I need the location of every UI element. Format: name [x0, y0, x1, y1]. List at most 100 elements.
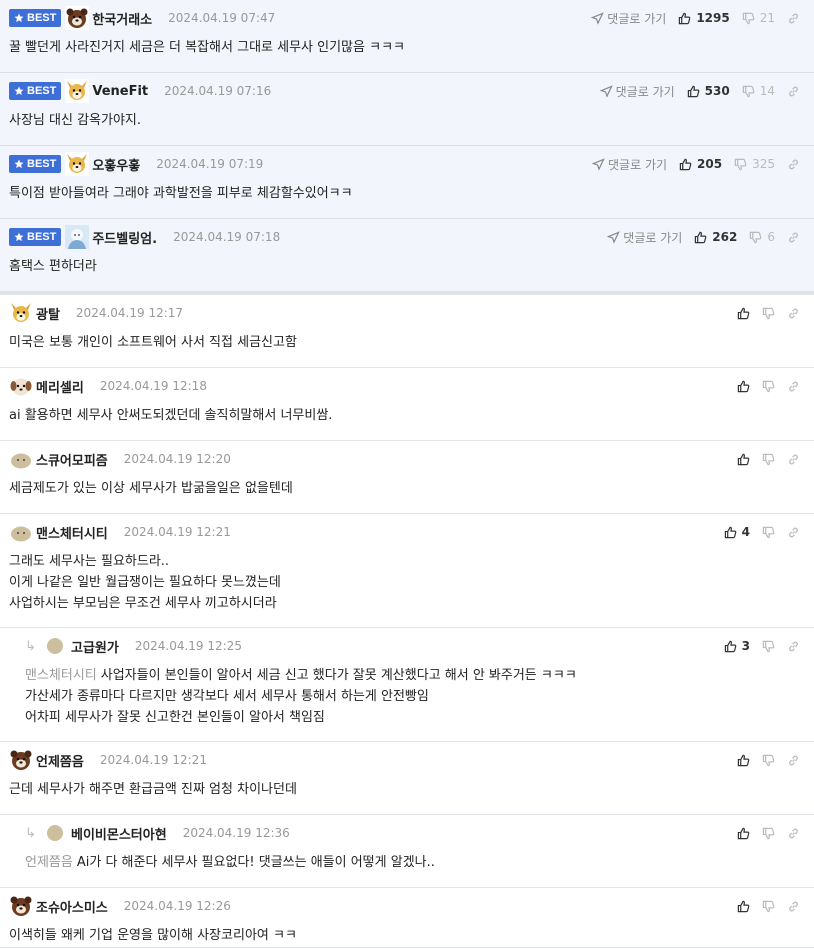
best-comment: BEST VeneFit 2024.04.19 07:16 댓글로 가기 530 14 사장… [0, 73, 814, 146]
downvote-button[interactable] [762, 827, 775, 840]
nickname[interactable]: 언제쯤음 [36, 751, 84, 770]
nickname[interactable]: 스큐어모피즘 [36, 450, 108, 469]
avatar[interactable] [9, 301, 33, 325]
copy-link-button[interactable] [787, 231, 800, 244]
comment-line: 꿀 빨던게 사라진거지 세금은 더 복잡해서 그대로 세무사 인기많음 ㅋㅋㅋ [9, 40, 405, 55]
comment-date: 2024.04.19 12:36 [182, 826, 290, 840]
copy-link-button[interactable] [787, 307, 800, 320]
upvote-button[interactable]: 4 [724, 525, 750, 539]
avatar[interactable] [9, 894, 33, 918]
nickname[interactable]: 한국거래소 [92, 9, 152, 28]
mention-link[interactable]: 언제쯤음 [25, 855, 73, 870]
copy-link-button[interactable] [787, 380, 800, 393]
copy-link-button[interactable] [787, 85, 800, 98]
avatar[interactable] [65, 152, 90, 176]
nickname[interactable]: 고급원가 [71, 637, 119, 656]
upvote-button[interactable] [737, 900, 750, 913]
go-to-reply-link[interactable]: 댓글로 가기 [599, 83, 675, 100]
nickname[interactable]: 조슈아스미스 [36, 897, 108, 916]
nickname[interactable]: VeneFit [92, 84, 148, 99]
downvote-button[interactable]: 325 [734, 157, 775, 171]
avatar[interactable] [47, 638, 63, 654]
comment-date: 2024.04.19 12:17 [75, 306, 184, 320]
copy-link-button[interactable] [787, 640, 800, 653]
upvote-button[interactable]: 205 [679, 157, 722, 171]
nickname[interactable]: 주드벨링엄. [92, 228, 157, 247]
comment-line: 사업하시는 부모님은 무조건 세무사 끼고하시더라 [9, 596, 277, 611]
go-to-reply-link[interactable]: 댓글로 가기 [591, 10, 666, 27]
comment-actions: 댓글로 가기 262 6 [607, 229, 800, 246]
copy-link-button[interactable] [787, 453, 800, 466]
upvote-count: 205 [697, 157, 723, 171]
downvote-button[interactable] [762, 307, 775, 320]
upvote-button[interactable] [737, 827, 750, 840]
downvote-button[interactable] [762, 453, 775, 466]
avatar[interactable] [9, 447, 33, 471]
downvote-button[interactable]: 14 [742, 84, 775, 98]
downvote-button[interactable] [762, 640, 775, 653]
upvote-button[interactable] [737, 307, 750, 320]
thumb-up-icon [724, 640, 737, 653]
best-badge: BEST [9, 228, 62, 246]
link-icon [787, 900, 800, 913]
avatar[interactable] [9, 374, 33, 398]
go-to-reply-link[interactable]: 댓글로 가기 [592, 156, 667, 173]
comment-line-text: 사업자들이 본인들이 알아서 세금 신고 했다가 잘못 계산했다고 해서 안 봐… [100, 668, 577, 683]
upvote-button[interactable]: 3 [724, 639, 750, 653]
nickname[interactable]: 맨스체터시티 [36, 523, 108, 542]
comment-actions [737, 900, 800, 913]
downvote-button[interactable] [762, 380, 775, 393]
avatar[interactable] [65, 225, 90, 249]
comment-date: 2024.04.19 12:18 [99, 379, 207, 393]
comment-line: 특이점 받아들여라 그래야 과학발전을 피부로 체감할수있어ㅋㅋ [9, 186, 353, 201]
downvote-count: 6 [767, 230, 775, 244]
nickname[interactable]: 광탈 [36, 304, 60, 323]
nickname[interactable]: 오홓우홓 [92, 155, 140, 174]
nickname[interactable]: 베이비몬스터아현 [71, 824, 167, 843]
copy-link-button[interactable] [787, 158, 800, 171]
upvote-button[interactable]: 262 [694, 230, 737, 244]
star-icon [14, 13, 24, 23]
go-to-reply-link[interactable]: 댓글로 가기 [607, 229, 682, 246]
star-icon [14, 159, 24, 169]
avatar[interactable] [65, 79, 90, 103]
upvote-button[interactable] [737, 453, 750, 466]
copy-link-button[interactable] [787, 827, 800, 840]
comment-line: 언제쯤음 Ai가 다 해준다 세무사 필요없다! 댓글쓰는 애들이 어떻게 알겠나… [25, 852, 435, 873]
downvote-button[interactable]: 6 [749, 230, 775, 244]
copy-link-button[interactable] [787, 754, 800, 767]
thumb-down-icon [762, 380, 775, 393]
comment: 광탈 2024.04.19 12:17 미국은 보통 개인이 소프트웨어 사서 직접… [0, 295, 814, 368]
comment-line: 근데 세무사가 해주면 환급금액 진짜 엄청 차이나던데 [9, 782, 297, 797]
best-badge-label: BEST [27, 12, 57, 24]
upvote-button[interactable] [737, 380, 750, 393]
upvote-button[interactable]: 1295 [678, 11, 730, 25]
avatar[interactable] [9, 748, 33, 772]
comment-actions [737, 307, 800, 320]
comment-actions: 4 [724, 525, 800, 539]
downvote-button[interactable] [762, 900, 775, 913]
best-badge-label: BEST [27, 85, 57, 97]
copy-link-button[interactable] [787, 900, 800, 913]
mention-link[interactable]: 맨스체터시티 [25, 668, 97, 683]
copy-link-button[interactable] [787, 12, 800, 25]
copy-link-button[interactable] [787, 526, 800, 539]
avatar[interactable] [47, 825, 63, 841]
downvote-button[interactable] [762, 754, 775, 767]
comment-header: 스큐어모피즘 2024.04.19 12:20 [0, 447, 814, 471]
downvote-button[interactable] [762, 526, 775, 539]
avatar[interactable] [9, 520, 33, 544]
comment-date: 2024.04.19 07:19 [156, 157, 264, 171]
nickname[interactable]: 메리셀리 [36, 377, 84, 396]
thumb-up-icon [737, 900, 750, 913]
comment-list: BEST 한국거래소 2024.04.19 07:47 댓글로 가기 1295 21 꿀 빨… [0, 0, 814, 948]
best-comment: BEST 오홓우홓 2024.04.19 07:19 댓글로 가기 205 325 특이점 … [0, 146, 814, 219]
comment-header: BEST 오홓우홓 2024.04.19 07:19 댓글로 가기 205 325 [0, 152, 814, 176]
upvote-button[interactable]: 530 [687, 84, 730, 98]
upvote-count: 530 [704, 84, 730, 98]
upvote-button[interactable] [737, 754, 750, 767]
comment-header: 맨스체터시티 2024.04.19 12:21 4 [0, 520, 814, 544]
downvote-button[interactable]: 21 [742, 11, 775, 25]
go-to-reply-label: 댓글로 가기 [615, 84, 675, 99]
avatar[interactable] [65, 6, 90, 30]
